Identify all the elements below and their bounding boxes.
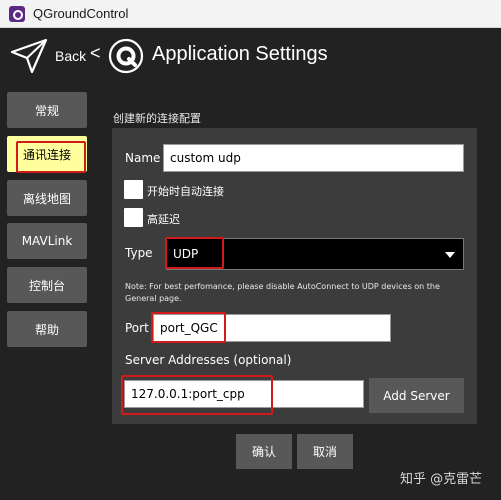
type-label: Type bbox=[125, 246, 153, 260]
confirm-button[interactable]: 确认 bbox=[236, 434, 292, 469]
sidebar-item-comm-links[interactable]: 通讯连接 bbox=[7, 136, 87, 172]
qgc-logo-icon bbox=[108, 38, 144, 74]
sidebar-item-console[interactable]: 控制台 bbox=[7, 267, 87, 303]
auto-connect-label: 开始时自动连接 bbox=[147, 185, 224, 198]
server-addresses-label: Server Addresses (optional) bbox=[125, 353, 292, 367]
chevron-down-icon bbox=[445, 252, 455, 258]
port-field[interactable]: port_QGC bbox=[153, 314, 391, 342]
add-server-button[interactable]: Add Server bbox=[369, 378, 464, 413]
qgc-app-icon bbox=[9, 6, 25, 22]
app-header: Back < Application Settings bbox=[0, 28, 501, 88]
page-title: Application Settings bbox=[152, 43, 328, 65]
server-address-field[interactable]: 127.0.0.1:port_cpp bbox=[124, 380, 364, 408]
watermark: 知乎 @克雷芒 bbox=[400, 472, 483, 487]
auto-connect-checkbox[interactable] bbox=[124, 180, 143, 199]
paper-plane-icon[interactable] bbox=[10, 38, 48, 74]
window-title: QGroundControl bbox=[33, 6, 129, 21]
port-label: Port bbox=[125, 321, 149, 335]
type-value: UDP bbox=[173, 247, 199, 261]
udp-note: Note: For best perfomance, please disabl… bbox=[125, 282, 440, 303]
sidebar-item-offline-maps[interactable]: 离线地图 bbox=[7, 180, 87, 216]
type-select[interactable]: UDP bbox=[166, 238, 464, 270]
name-field[interactable]: custom udp bbox=[163, 144, 464, 172]
sidebar-item-general[interactable]: 常规 bbox=[7, 92, 87, 128]
name-label: Name bbox=[125, 151, 161, 165]
back-chevron[interactable]: < bbox=[90, 43, 101, 64]
window-titlebar: QGroundControl bbox=[0, 0, 501, 28]
high-latency-checkbox[interactable] bbox=[124, 208, 143, 227]
section-title: 创建新的连接配置 bbox=[113, 112, 201, 125]
back-button[interactable]: Back bbox=[55, 48, 86, 64]
cancel-button[interactable]: 取消 bbox=[297, 434, 353, 469]
sidebar-item-mavlink[interactable]: MAVLink bbox=[7, 223, 87, 259]
high-latency-label: 高延迟 bbox=[147, 213, 180, 226]
sidebar-item-help[interactable]: 帮助 bbox=[7, 311, 87, 347]
